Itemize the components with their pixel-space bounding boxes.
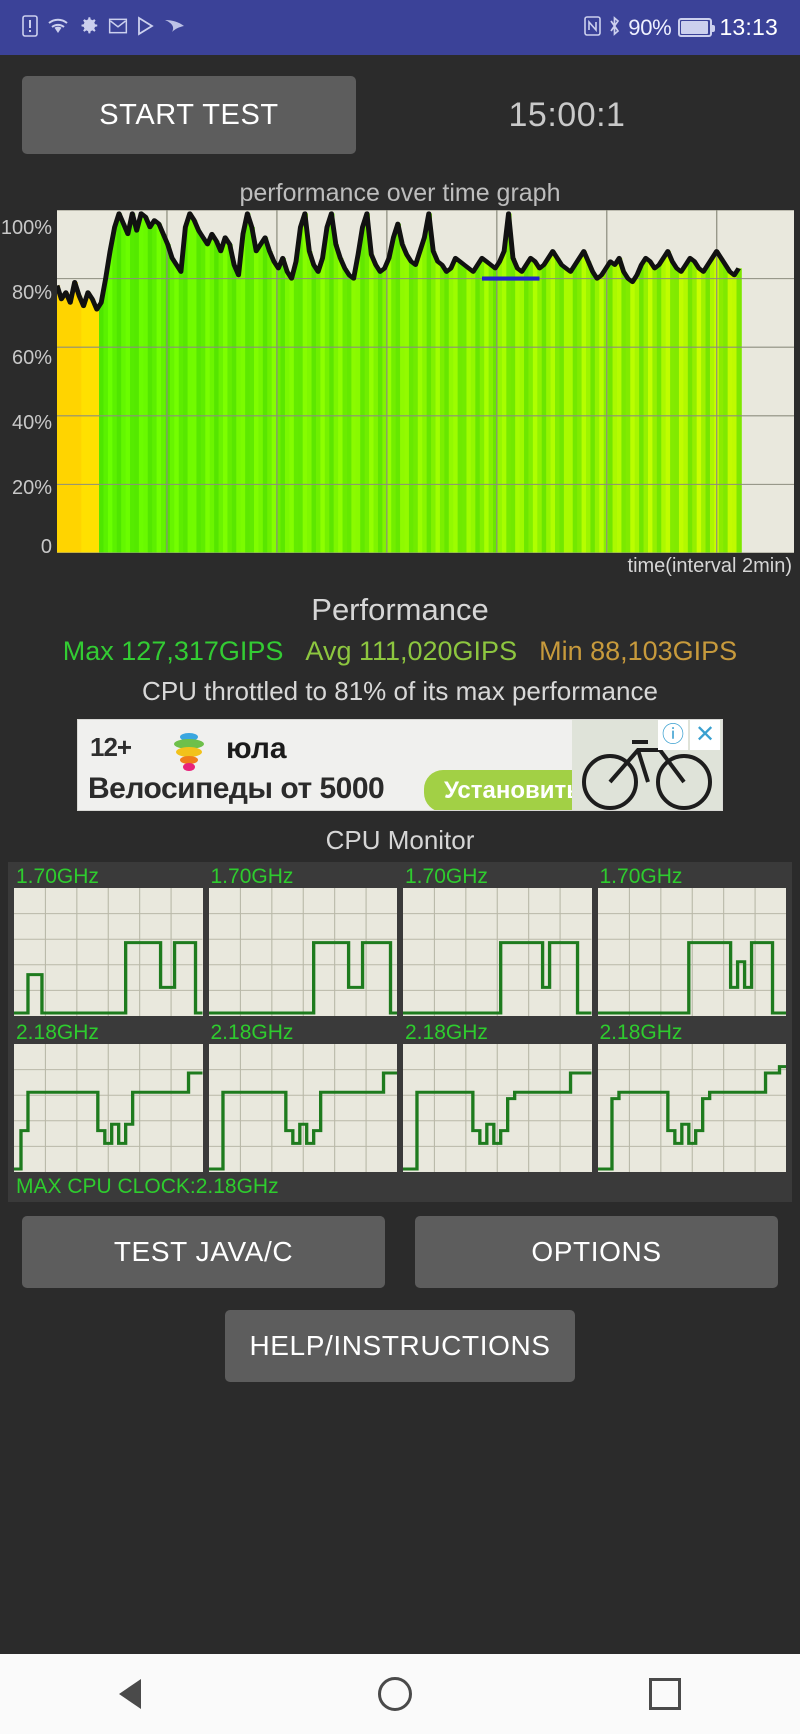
ad-headline: Велосипеды от 5000 [88, 772, 385, 805]
graph-svg [57, 210, 794, 553]
android-nav-bar [0, 1654, 800, 1734]
graph-x-label: time(interval 2min) [627, 555, 792, 577]
performance-heading: Performance [311, 592, 489, 627]
ad-close-icon[interactable]: ✕ [690, 720, 720, 750]
y-tick-40: 40% [11, 412, 52, 434]
cpu-core-4-plot [597, 888, 786, 1016]
gmail-icon [108, 16, 128, 40]
y-tick-80: 80% [11, 282, 52, 304]
status-bar: 90% 13:13 [0, 0, 800, 55]
performance-graph: 100% 80% 60% 40% 20% 0 time(interval 2mi… [0, 210, 800, 580]
cpu-monitor-panel: 1.70GHz 1.70GHz 1.70GHz 1.70GHz 2.18GHz 2.18G… [8, 862, 792, 1202]
y-tick-0: 0 [40, 536, 52, 558]
cpu-core-3-plot [403, 888, 592, 1016]
wifi-icon [47, 16, 69, 40]
test-java-c-button[interactable]: TEST JAVA/C [22, 1216, 385, 1288]
help-instructions-button[interactable]: HELP/INSTRUCTIONS [225, 1310, 575, 1382]
button-row-1: TEST JAVA/C OPTIONS [0, 1202, 800, 1288]
options-button[interactable]: OPTIONS [415, 1216, 778, 1288]
back-icon[interactable] [118, 1679, 141, 1709]
performance-stats: Max 127,317GIPS Avg 111,020GIPS Min 88,1… [0, 636, 800, 667]
cpu-max-clock-label: MAX CPU CLOCK:2.18GHz [16, 1175, 279, 1198]
cpu-core-2-freq: 1.70GHz [210, 865, 294, 888]
recents-icon[interactable] [649, 1678, 682, 1710]
cpu-core-7: 2.18GHz [403, 1022, 592, 1172]
battery-percent: 90% [628, 14, 672, 40]
stat-max: Max 127,317GIPS [62, 636, 284, 666]
y-tick-20: 20% [11, 477, 52, 499]
button-row-2: HELP/INSTRUCTIONS [0, 1288, 800, 1382]
throttle-text: CPU throttled to 81% of its max performa… [142, 676, 658, 706]
cpu-core-3-freq: 1.70GHz [405, 865, 488, 888]
ad-age-rating: 12+ [90, 732, 132, 762]
cpu-core-5: 2.18GHz [14, 1022, 203, 1172]
stat-min: Min 88,103GIPS [539, 636, 738, 666]
y-tick-100: 100% [0, 217, 52, 239]
bluetooth-icon [608, 15, 621, 40]
timer-display: 15:00:1 [508, 95, 626, 134]
graph-plot-area [57, 210, 794, 553]
y-tick-60: 60% [11, 347, 52, 369]
cpu-core-1-freq: 1.70GHz [16, 865, 99, 888]
ad-info-icon[interactable]: ⓘ [658, 720, 688, 750]
battery-icon [678, 18, 716, 37]
cpu-core-2: 1.70GHz [208, 865, 397, 1016]
yula-logo-icon [166, 729, 212, 775]
top-toolbar: START TEST 15:00:1 [0, 55, 800, 175]
cpu-core-2-plot [208, 888, 397, 1016]
start-test-button[interactable]: START TEST [22, 76, 356, 154]
cpu-core-6-plot [208, 1044, 397, 1172]
ad-brand: юла [226, 732, 287, 765]
swiftkey-icon [164, 16, 186, 40]
stat-avg: Avg 111,020GIPS [305, 636, 518, 666]
cpu-core-8-freq: 2.18GHz [599, 1021, 683, 1044]
gear-icon [78, 15, 99, 40]
clock: 13:13 [719, 14, 778, 40]
play-icon [137, 15, 155, 40]
cpu-core-6: 2.18GHz [208, 1021, 397, 1172]
cpu-core-8-plot [597, 1044, 786, 1172]
ad-banner[interactable]: 12+ юла Велосипеды от 5000 Установить ⓘ … [77, 719, 723, 811]
cpu-core-8: 2.18GHz [597, 1021, 786, 1172]
graph-title: performance over time graph [239, 179, 561, 207]
cpu-core-1: 1.70GHz [14, 866, 203, 1016]
status-right-group: 90% 13:13 [584, 14, 778, 41]
cpu-core-5-freq: 2.18GHz [16, 1021, 99, 1044]
cpu-core-4: 1.70GHz [597, 865, 786, 1016]
home-icon[interactable] [377, 1677, 412, 1711]
cpu-core-grid: 1.70GHz 1.70GHz 1.70GHz 1.70GHz 2.18GHz 2.18G… [14, 866, 786, 1172]
cpu-core-1-plot [14, 888, 203, 1016]
cpu-monitor-title: CPU Monitor [325, 825, 475, 855]
cpu-core-5-plot [14, 1044, 203, 1172]
cpu-core-3: 1.70GHz [403, 866, 592, 1016]
cpu-core-7-plot [403, 1044, 592, 1172]
cpu-core-4-freq: 1.70GHz [599, 865, 683, 888]
sim-alert-icon [22, 14, 38, 41]
status-left-icons [22, 14, 186, 41]
nfc-icon [584, 15, 602, 40]
cpu-core-6-freq: 2.18GHz [210, 1021, 294, 1044]
cpu-core-7-freq: 2.18GHz [405, 1021, 488, 1044]
